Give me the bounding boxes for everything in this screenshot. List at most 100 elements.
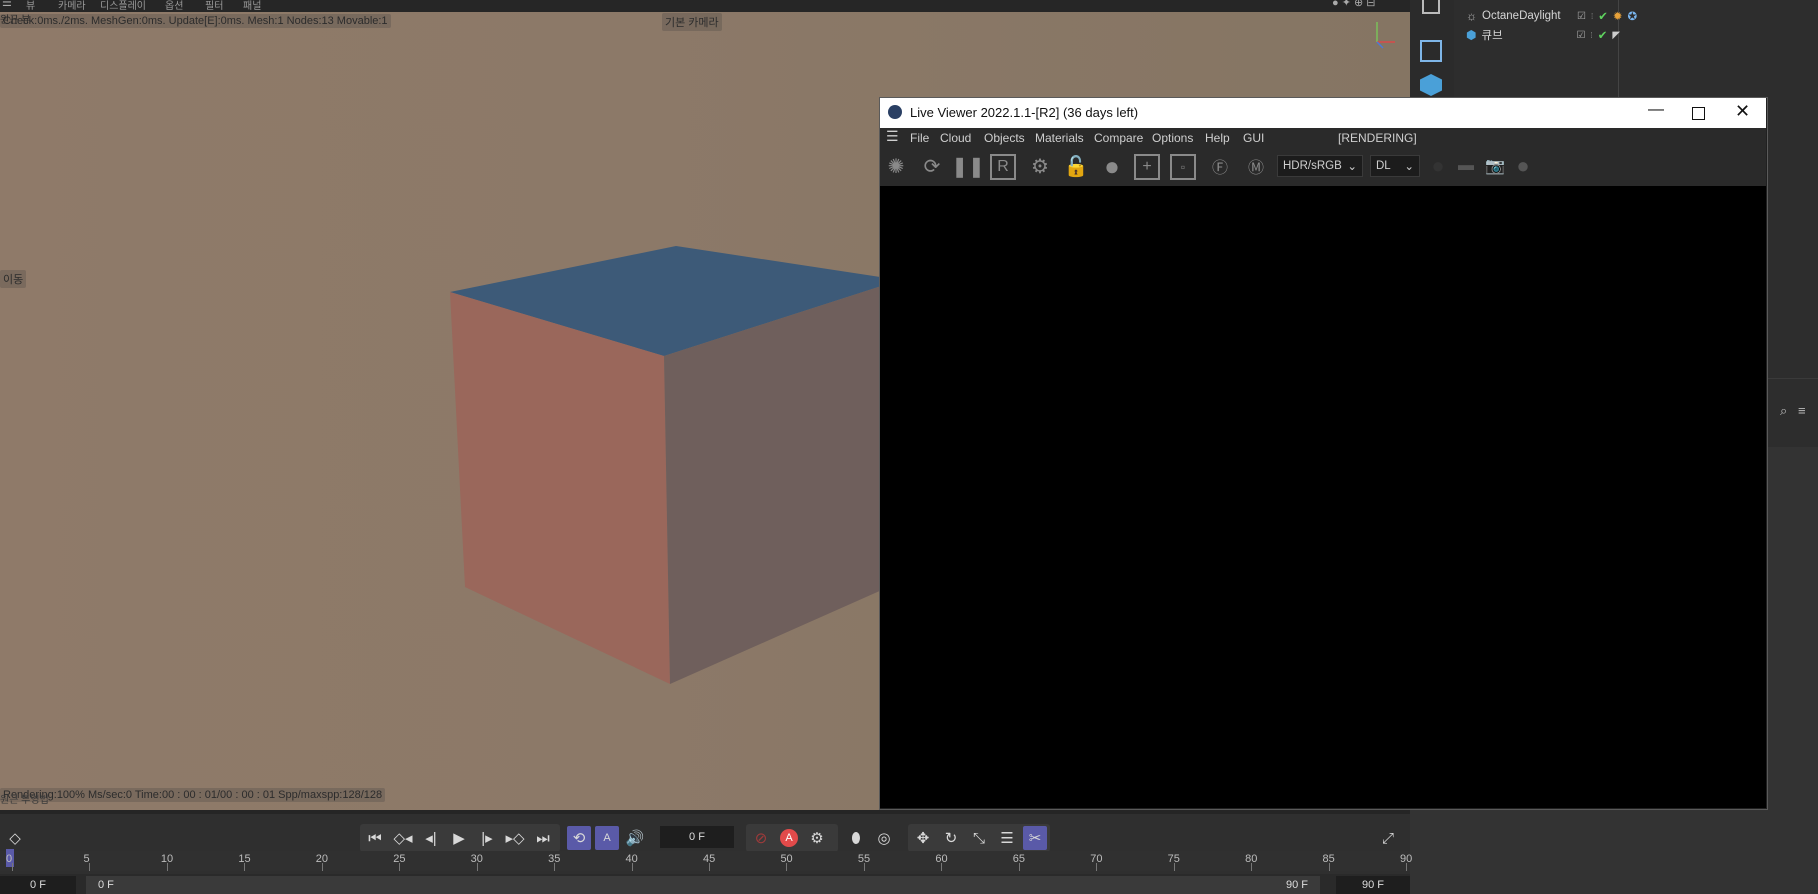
range-end-label: 90 F	[1285, 879, 1308, 891]
minimize-icon[interactable]: —	[1648, 101, 1664, 119]
render-canvas[interactable]	[880, 186, 1766, 808]
key-rotation-icon[interactable]: ↻	[939, 826, 963, 850]
menu-camera[interactable]: 카메라	[58, 0, 86, 12]
menu-view[interactable]: 뷰	[26, 0, 35, 12]
autokey-icon[interactable]: A	[777, 826, 801, 850]
go-to-end-icon[interactable]: ⏭	[531, 826, 555, 850]
focus-picker-icon[interactable]: Ⓕ	[1206, 152, 1234, 180]
cube-model[interactable]	[440, 232, 900, 702]
key-scale-icon[interactable]: ⤡	[967, 826, 991, 850]
octane-tag-icon[interactable]: ✪	[1627, 9, 1637, 23]
channel-dot-icon[interactable]: ●	[1424, 152, 1452, 180]
ruler-tick-mark	[166, 863, 168, 871]
window-title: Live Viewer 2022.1.1-[R2] (36 days left)	[910, 105, 1139, 120]
key-parameter-icon[interactable]: ☰	[995, 826, 1019, 850]
start-frame-field[interactable]: 0 F	[0, 876, 76, 894]
kernel-select[interactable]: DL ⌄	[1370, 155, 1420, 177]
key-position-icon[interactable]: ✥	[911, 826, 935, 850]
menu-materials[interactable]: Materials	[1035, 131, 1084, 145]
layer-checkbox-icon[interactable]: ☑	[1576, 30, 1585, 41]
play-icon[interactable]: ▶	[447, 826, 471, 850]
enabled-check-icon[interactable]: ✔	[1598, 9, 1608, 23]
menu-compare[interactable]: Compare	[1094, 131, 1143, 145]
region-render-icon[interactable]: R	[990, 154, 1016, 180]
rectangle-tool-icon[interactable]	[1420, 40, 1442, 62]
colorspace-select[interactable]: HDR/sRGB ⌄	[1277, 155, 1363, 177]
menu-filter[interactable]: 필터	[205, 0, 223, 12]
menu-panel[interactable]: 패널	[243, 0, 261, 12]
object-name: OctaneDaylight	[1482, 10, 1561, 22]
projection-label: 원근 투영법	[0, 795, 49, 806]
ruler-tick-mark	[476, 863, 478, 871]
filter-icon[interactable]: ≡	[1798, 403, 1806, 418]
motion-clip-icon[interactable]: ◎	[872, 826, 896, 850]
live-viewer-titlebar[interactable]: Live Viewer 2022.1.1-[R2] (36 days left)…	[880, 98, 1766, 128]
previous-key-icon[interactable]: ◇◂	[391, 826, 415, 850]
ruler-tick-mark	[709, 863, 710, 871]
enabled-check-icon[interactable]: ✔	[1598, 28, 1608, 42]
material-tag-icon[interactable]: ◤	[1612, 30, 1620, 41]
camera-icon[interactable]: 📷	[1481, 152, 1509, 180]
material-sphere-icon[interactable]: ●	[1098, 151, 1126, 181]
visibility-dots-icon[interactable]: ⁞	[1591, 12, 1593, 21]
menu-cloud[interactable]: Cloud	[940, 131, 971, 145]
restart-render-icon[interactable]: ⟳	[918, 152, 946, 180]
menu-display[interactable]: 디스플레이	[100, 0, 146, 12]
menu-objects[interactable]: Objects	[984, 131, 1025, 145]
object-row-daylight[interactable]: ☼ OctaneDaylight ☑ ⁞ ✔ ✹ ✪	[1466, 8, 1637, 24]
range-slider[interactable]: 0 F 90 F	[86, 876, 1320, 894]
visibility-dots-icon[interactable]: ⁞	[1590, 31, 1592, 40]
attribute-panel-edge: ⌕ ≡	[1766, 378, 1818, 447]
viewport-nav-icons[interactable]: ● ✦ ⊕ ⊟	[1332, 0, 1375, 9]
key-pla-icon[interactable]: ✂	[1023, 826, 1047, 850]
select-tool-icon[interactable]	[1422, 0, 1440, 14]
close-icon[interactable]: ✕	[1735, 101, 1750, 122]
menu-gui[interactable]: GUI	[1243, 131, 1264, 145]
layer-checkbox-icon[interactable]: ☑	[1577, 11, 1586, 22]
ruler-tick-mark	[89, 863, 91, 871]
object-name: 큐브	[1481, 30, 1503, 42]
film-region-icon[interactable]: ▫	[1170, 154, 1196, 180]
menu-options[interactable]: Options	[1152, 131, 1193, 145]
aperture-icon[interactable]: ✺	[882, 152, 910, 180]
move-label: 이동	[0, 270, 27, 288]
camera-label[interactable]: 기본 카메라	[662, 13, 722, 31]
object-row-cube[interactable]: ⬢ 큐브 ☑ ⁞ ✔ ◤	[1466, 27, 1620, 43]
settings-gear-icon[interactable]: ⚙	[1026, 152, 1054, 180]
go-to-start-icon[interactable]: ⏮	[363, 826, 387, 850]
record-icon[interactable]: ⊘	[749, 826, 773, 850]
cube-tool-icon[interactable]	[1420, 74, 1442, 96]
hamburger-icon[interactable]: ☰	[2, 0, 12, 9]
key-selection-icon[interactable]: ⬮	[844, 826, 868, 850]
sound-icon[interactable]: 🔊	[623, 826, 647, 850]
next-key-icon[interactable]: ▸◇	[503, 826, 527, 850]
timeline-divider	[0, 810, 1410, 814]
film-icon[interactable]: ▬	[1452, 152, 1480, 180]
cube-icon: ⬢	[1466, 28, 1477, 42]
next-frame-icon[interactable]: |▸	[475, 826, 499, 850]
search-icon[interactable]: ⌕	[1780, 403, 1787, 419]
record-dot-icon[interactable]: ●	[1509, 152, 1537, 180]
pause-icon[interactable]: ❚❚	[951, 152, 985, 180]
menu-help[interactable]: Help	[1205, 131, 1230, 145]
current-frame-field[interactable]: 0 F	[660, 826, 734, 848]
keyframe-settings-icon[interactable]: ⚙	[805, 826, 829, 850]
material-picker-icon[interactable]: Ⓜ	[1242, 152, 1270, 180]
keyframe-diamond-icon[interactable]: ◇	[3, 826, 27, 850]
menu-hamburger-icon[interactable]: ☰	[886, 128, 899, 145]
sun-tag-icon[interactable]: ✹	[1613, 9, 1623, 23]
previous-frame-icon[interactable]: ◂|	[419, 826, 443, 850]
loop-icon[interactable]: ⟲	[567, 826, 591, 850]
ruler-tick-mark	[12, 863, 13, 871]
auto-keyframe-mode-icon[interactable]: A	[595, 826, 619, 850]
render-info-overlay: Rendering:100% Ms/sec:0 Time:00 : 00 : 0…	[0, 788, 386, 802]
end-frame-field[interactable]: 90 F	[1336, 876, 1410, 894]
ruler-tick-mark	[631, 863, 633, 871]
fcurve-icon[interactable]: ⤢	[1376, 826, 1400, 850]
daylight-icon: ☼	[1466, 9, 1477, 23]
menu-options[interactable]: 옵션	[165, 0, 183, 12]
add-region-icon[interactable]: +	[1134, 154, 1160, 180]
maximize-icon[interactable]	[1692, 107, 1705, 120]
unlock-icon[interactable]: 🔓	[1062, 152, 1090, 180]
menu-file[interactable]: File	[910, 131, 929, 145]
